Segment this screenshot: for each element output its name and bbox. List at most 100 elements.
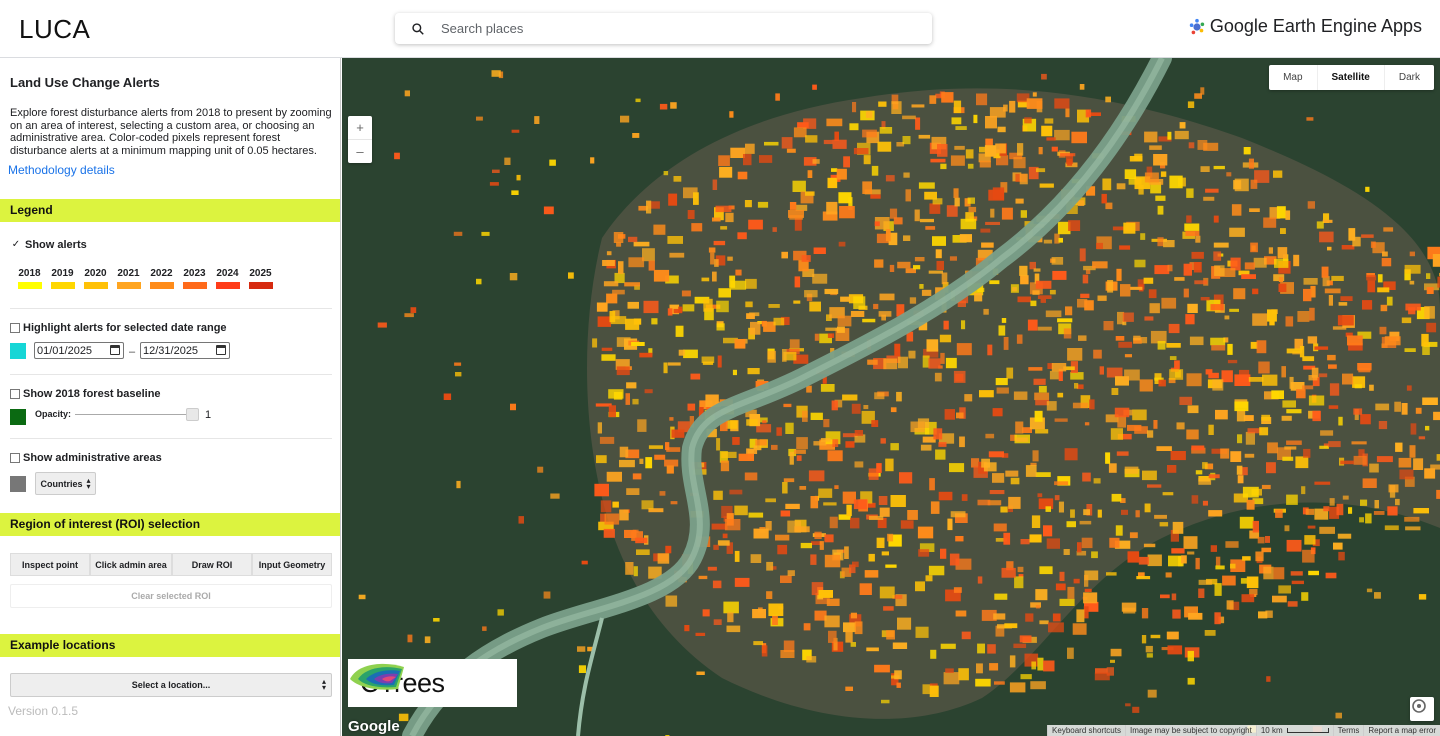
show-alerts-checkbox[interactable]: ✓	[10, 240, 22, 250]
legend-year-2025: 2025	[244, 268, 277, 289]
baseline-label: Show 2018 forest baseline	[23, 388, 161, 400]
highlight-toggle[interactable]: Highlight alerts for selected date range	[10, 322, 227, 334]
start-date-input[interactable]: 01/01/2025	[34, 342, 124, 359]
calendar-icon	[110, 345, 120, 355]
locate-icon	[1412, 699, 1426, 713]
sidebar-panel: Land Use Change Alerts Explore forest di…	[0, 58, 341, 736]
show-alerts-toggle[interactable]: ✓ Show alerts	[10, 239, 87, 251]
highlight-label: Highlight alerts for selected date range	[23, 322, 227, 334]
admin-toggle[interactable]: Show administrative areas	[10, 452, 162, 464]
select-arrows-icon: ▴ ▾	[321, 677, 326, 692]
admin-level-select[interactable]: Countries ▴ ▾	[35, 472, 96, 495]
end-date-input[interactable]: 12/31/2025	[140, 342, 230, 359]
scale-indicator: 10 km	[1255, 725, 1333, 736]
map-canvas[interactable]: Map Satellite Dark + – CTrees Google Key…	[342, 58, 1440, 736]
app-title: LUCA	[19, 14, 91, 44]
legend-year-2024: 2024	[211, 268, 244, 289]
version-label: Version 0.1.5	[8, 704, 79, 718]
ctrees-leaf-icon	[350, 663, 404, 690]
legend-year-2019: 2019	[46, 268, 79, 289]
legend-year-2018: 2018	[13, 268, 46, 289]
click-admin-area-button[interactable]: Click admin area	[90, 553, 172, 576]
scale-label: 10 km	[1260, 726, 1283, 735]
year-legend: 2018 2019 2020 2021 2022 2023 2024 2025	[13, 268, 277, 289]
brand[interactable]: Google Earth Engine Apps	[1188, 16, 1422, 37]
search-input[interactable]	[441, 21, 911, 36]
legend-year-label: 2020	[84, 268, 107, 279]
legend-year-swatch	[50, 282, 75, 289]
brand-label: Google Earth Engine Apps	[1209, 16, 1422, 36]
example-location-value: Select a location...	[131, 680, 211, 690]
date-separator: –	[129, 346, 136, 358]
divider	[10, 308, 332, 309]
inspect-point-button[interactable]: Inspect point	[10, 553, 90, 576]
draw-roi-button[interactable]: Draw ROI	[172, 553, 252, 576]
roi-heading: Region of interest (ROI) selection	[0, 513, 340, 536]
legend-year-swatch	[83, 282, 108, 289]
legend-year-2020: 2020	[79, 268, 112, 289]
legend-year-swatch	[248, 282, 273, 289]
zoom-in-button[interactable]: +	[348, 116, 372, 139]
google-logo: Google	[348, 718, 400, 735]
admin-label: Show administrative areas	[23, 452, 162, 464]
admin-level-value: Countries	[40, 478, 83, 489]
select-arrows-icon: ▴ ▾	[86, 475, 91, 491]
legend-year-swatch	[17, 282, 42, 289]
zoom-out-button[interactable]: –	[348, 140, 372, 163]
copyright-notice: Image may be subject to copyright	[1124, 725, 1256, 736]
example-location-select[interactable]: Select a location... ▴ ▾	[10, 673, 332, 697]
satellite-imagery	[342, 58, 1440, 736]
fullscreen-button[interactable]	[1410, 697, 1434, 721]
clear-roi-button[interactable]: Clear selected ROI	[10, 584, 332, 608]
map-type-dark[interactable]: Dark	[1385, 65, 1434, 90]
zoom-control: + –	[348, 116, 372, 163]
start-date-value: 01/01/2025	[37, 344, 93, 357]
legend-year-label: 2018	[18, 268, 41, 279]
highlight-color-swatch	[10, 343, 26, 359]
map-type-satellite[interactable]: Satellite	[1316, 65, 1385, 90]
keyboard-shortcuts-link[interactable]: Keyboard shortcuts	[1047, 725, 1125, 736]
legend-year-label: 2022	[150, 268, 173, 279]
baseline-toggle[interactable]: Show 2018 forest baseline	[10, 388, 161, 400]
show-alerts-label: Show alerts	[25, 239, 87, 251]
end-date-value: 12/31/2025	[143, 344, 199, 357]
baseline-color-swatch	[10, 409, 26, 425]
input-geometry-button[interactable]: Input Geometry	[252, 553, 332, 576]
map-attribution: Keyboard shortcuts Image may be subject …	[1047, 725, 1440, 736]
legend-year-swatch	[215, 282, 240, 289]
legend-year-2022: 2022	[145, 268, 178, 289]
opacity-slider-handle[interactable]	[186, 408, 199, 421]
ctrees-logo: CTrees	[348, 659, 517, 707]
legend-year-label: 2025	[249, 268, 272, 279]
calendar-icon	[216, 345, 226, 355]
opacity-label: Opacity:	[35, 409, 72, 419]
scale-bar	[1286, 728, 1329, 734]
earth-engine-icon	[1188, 18, 1206, 36]
app-header: LUCA Google Earth Engine Apps	[0, 0, 1440, 58]
map-type-map[interactable]: Map	[1269, 65, 1316, 90]
search-box[interactable]	[395, 13, 932, 44]
map-type-control: Map Satellite Dark	[1269, 65, 1434, 90]
highlight-checkbox[interactable]	[10, 323, 20, 333]
baseline-checkbox[interactable]	[10, 389, 20, 399]
legend-year-swatch	[182, 282, 207, 289]
divider	[10, 438, 332, 439]
examples-heading: Example locations	[0, 634, 340, 657]
methodology-link[interactable]: Methodology details	[8, 163, 115, 177]
legend-year-label: 2021	[117, 268, 140, 279]
panel-description: Explore forest disturbance alerts from 2…	[10, 107, 332, 157]
report-error-link[interactable]: Report a map error	[1363, 725, 1440, 736]
search-icon	[395, 22, 441, 36]
admin-color-swatch	[10, 476, 26, 492]
legend-year-swatch	[149, 282, 174, 289]
legend-year-swatch	[116, 282, 141, 289]
legend-year-2023: 2023	[178, 268, 211, 289]
admin-checkbox[interactable]	[10, 453, 20, 463]
legend-year-label: 2024	[216, 268, 239, 279]
opacity-slider-track[interactable]	[75, 414, 192, 415]
legend-year-label: 2023	[183, 268, 206, 279]
legend-heading: Legend	[0, 199, 340, 222]
terms-link[interactable]: Terms	[1332, 725, 1364, 736]
panel-title: Land Use Change Alerts	[10, 75, 160, 90]
legend-year-label: 2019	[51, 268, 74, 279]
